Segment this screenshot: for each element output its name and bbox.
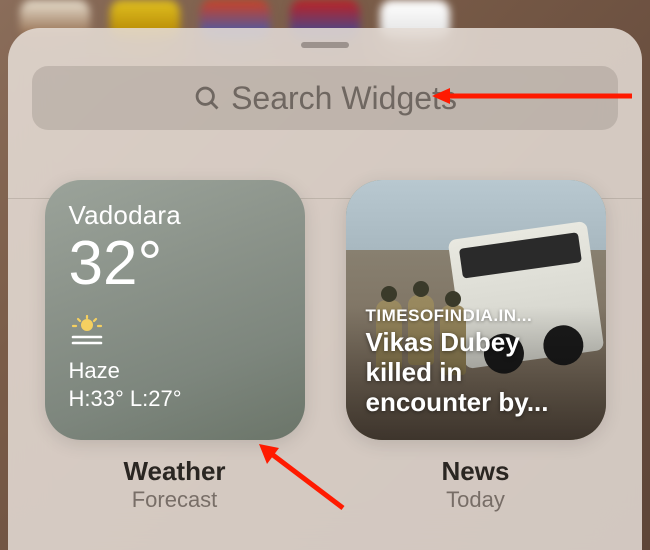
widgets-row: Vadodara 32° bbox=[32, 180, 618, 513]
weather-widget-card[interactable]: Vadodara 32° bbox=[45, 180, 305, 440]
news-source: TIMESOFINDIA.IN... bbox=[366, 306, 586, 326]
weather-title: Weather bbox=[123, 456, 225, 487]
widget-gallery-sheet: Search Widgets Vadodara 32° bbox=[8, 28, 642, 550]
news-widget-block[interactable]: TIMESOFINDIA.IN... Vikas Dubey killed in… bbox=[339, 180, 612, 513]
news-headline: Vikas Dubey killed in encounter by... bbox=[366, 328, 586, 418]
news-widget-card[interactable]: TIMESOFINDIA.IN... Vikas Dubey killed in… bbox=[346, 180, 606, 440]
weather-location: Vadodara bbox=[69, 200, 281, 231]
sheet-grabber[interactable] bbox=[301, 42, 349, 48]
weather-widget-block[interactable]: Vadodara 32° bbox=[38, 180, 311, 513]
news-subtitle: Today bbox=[446, 487, 505, 513]
weather-temperature: 32° bbox=[69, 233, 281, 295]
search-icon bbox=[193, 84, 221, 112]
news-title: News bbox=[442, 456, 510, 487]
haze-icon bbox=[69, 315, 281, 354]
weather-subtitle: Forecast bbox=[132, 487, 218, 513]
weather-condition: Haze bbox=[69, 358, 281, 384]
search-input[interactable]: Search Widgets bbox=[32, 66, 618, 130]
weather-high-low: H:33° L:27° bbox=[69, 386, 281, 412]
search-placeholder: Search Widgets bbox=[231, 80, 457, 117]
